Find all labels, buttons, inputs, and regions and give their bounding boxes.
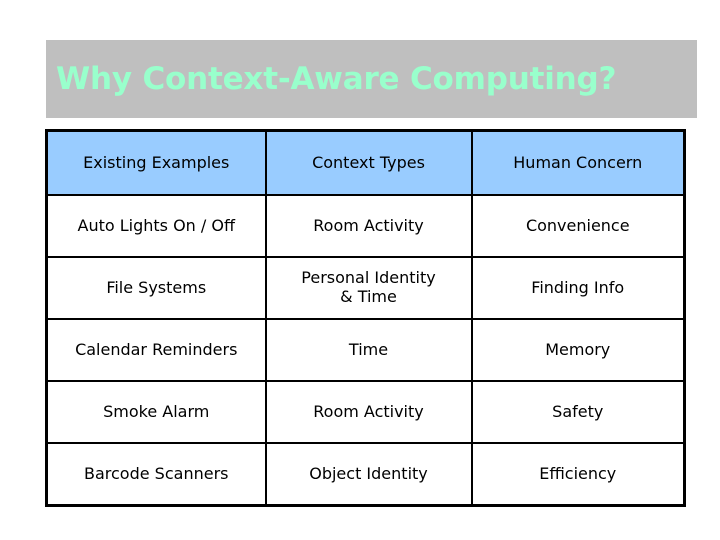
table-row: Barcode Scanners Object Identity Efficie… [45, 442, 686, 507]
table-row: Auto Lights On / Off Room Activity Conve… [45, 194, 686, 258]
cell-context-type-line2: & Time [340, 287, 397, 306]
cell-context-type-line1: Time [348, 339, 389, 359]
table-header: Existing Examples Context Types Human Co… [45, 129, 686, 196]
table-body: Auto Lights On / Off Room Activity Conve… [45, 194, 686, 507]
cell-context-type-line1: Personal Identity [301, 268, 436, 288]
cell-existing-example: Auto Lights On / Off [45, 194, 267, 258]
page-title: Why Context-Aware Computing? [56, 60, 617, 97]
cell-existing-example: Barcode Scanners [45, 442, 267, 507]
table-row: Smoke Alarm Room Activity Safety [45, 380, 686, 444]
cell-context-type: Object Identity [264, 442, 473, 507]
cell-context-type: Time [264, 318, 473, 382]
table-row: File Systems Personal Identity & Time Fi… [45, 256, 686, 320]
context-aware-examples-table: Existing Examples Context Types Human Co… [45, 129, 686, 507]
slide-canvas: Why Context-Aware Computing? Existing Ex… [0, 0, 720, 540]
column-header-human-concern: Human Concern [470, 129, 686, 196]
cell-context-type-line1: Room Activity [313, 401, 424, 421]
column-header-existing-examples: Existing Examples [45, 129, 267, 196]
cell-human-concern: Convenience [470, 194, 686, 258]
cell-context-type: Personal Identity & Time [264, 256, 473, 320]
cell-context-type-line1: Object Identity [309, 463, 428, 483]
cell-context-type-line1: Room Activity [313, 215, 424, 235]
cell-human-concern: Safety [470, 380, 686, 444]
cell-human-concern: Finding Info [470, 256, 686, 320]
cell-existing-example: Calendar Reminders [45, 318, 267, 382]
table-header-row: Existing Examples Context Types Human Co… [45, 129, 686, 196]
column-header-context-types: Context Types [264, 129, 473, 196]
cell-existing-example: File Systems [45, 256, 267, 320]
cell-human-concern: Memory [470, 318, 686, 382]
cell-context-type: Room Activity [264, 194, 473, 258]
cell-existing-example: Smoke Alarm [45, 380, 267, 444]
cell-context-type: Room Activity [264, 380, 473, 444]
table-row: Calendar Reminders Time Memory [45, 318, 686, 382]
cell-human-concern: Efficiency [470, 442, 686, 507]
